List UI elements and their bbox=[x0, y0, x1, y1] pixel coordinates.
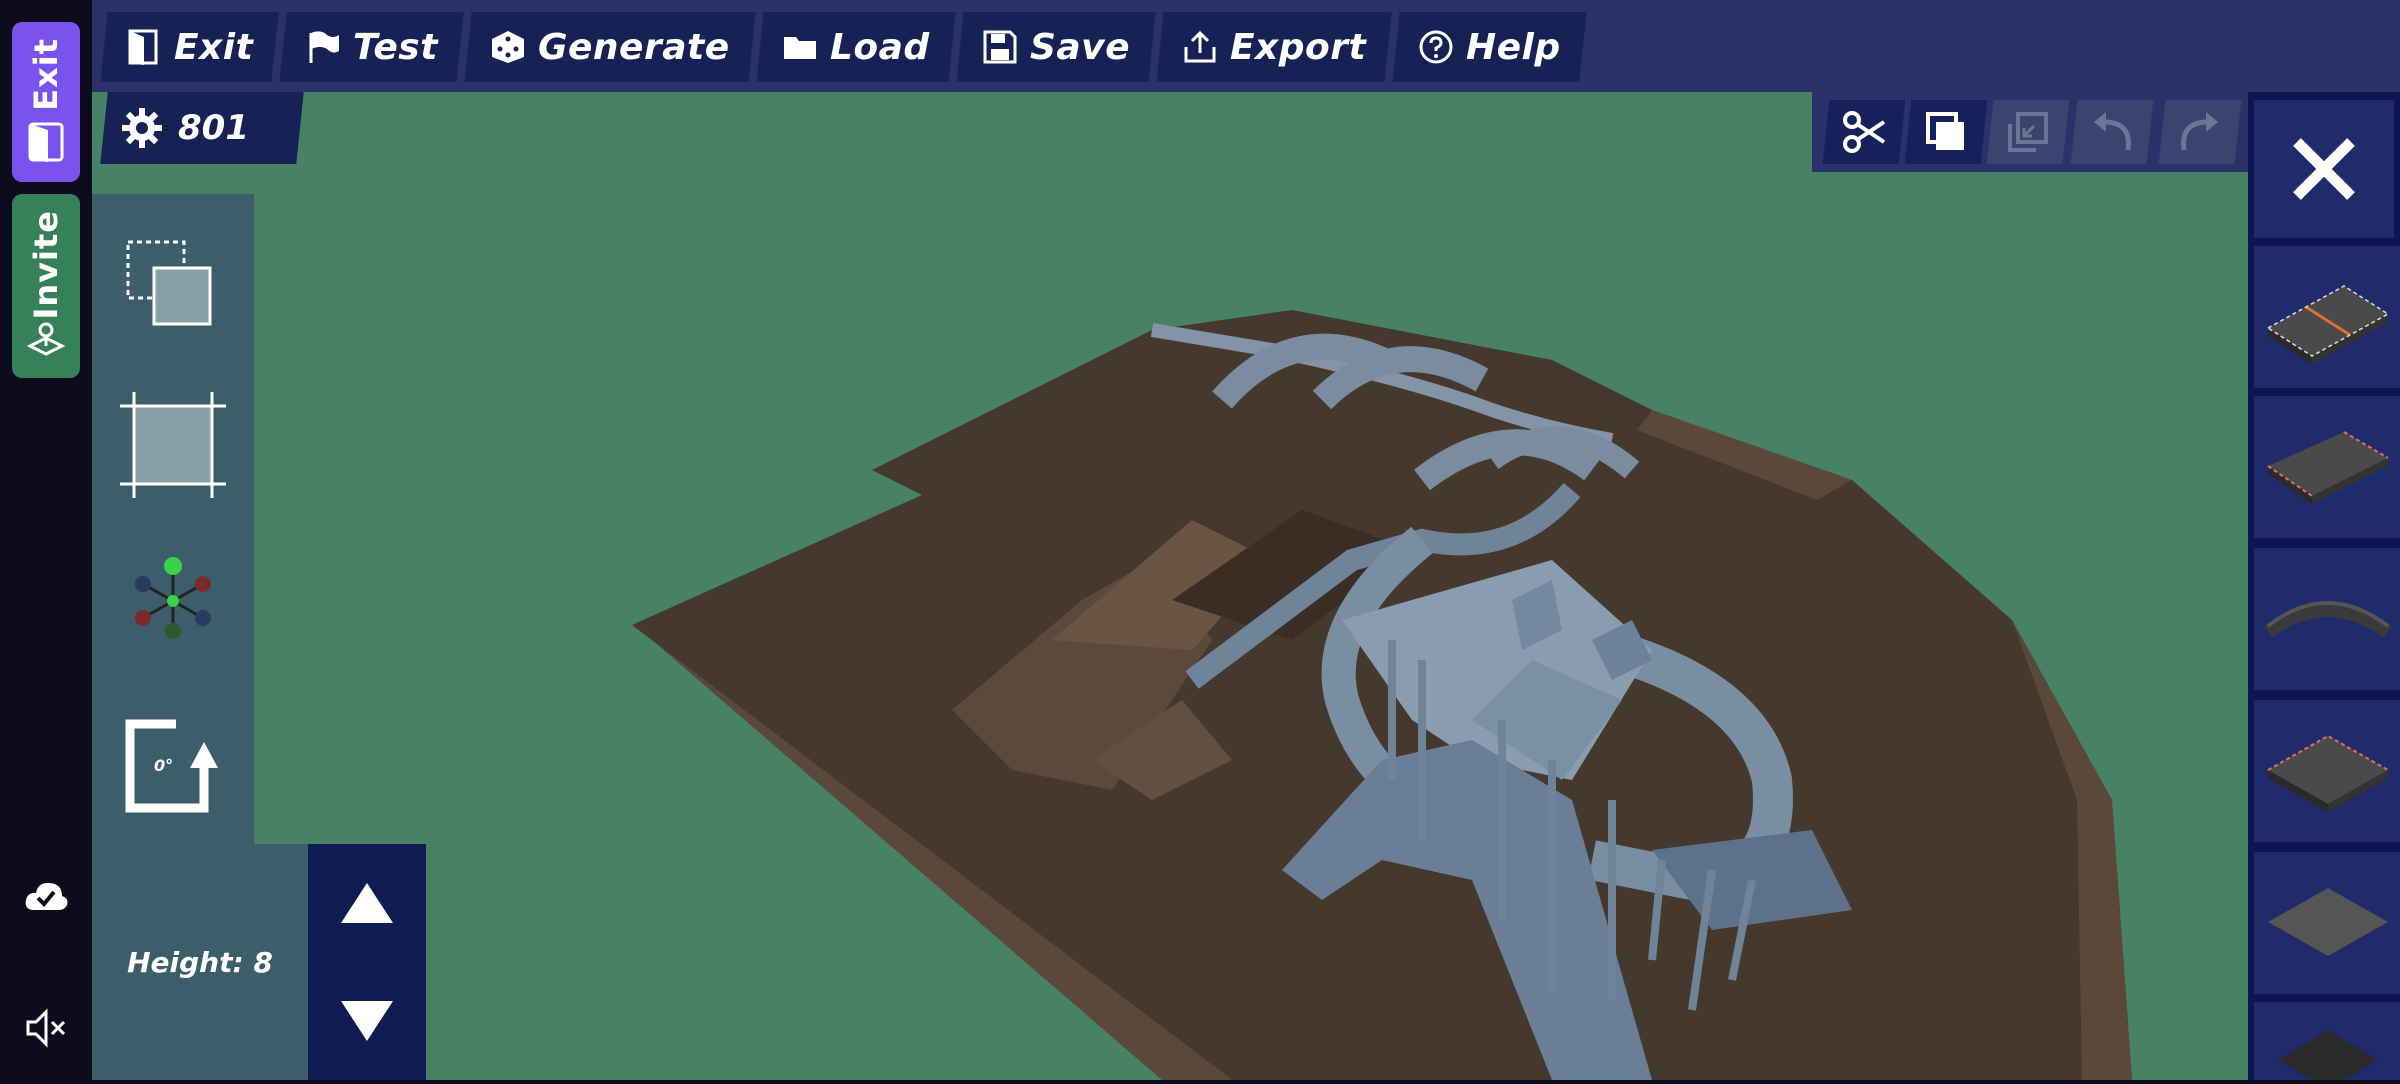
edit-toolbar bbox=[1812, 92, 2248, 172]
menu-exit-label: Exit bbox=[174, 26, 254, 68]
menu-export-label: Export bbox=[1229, 26, 1367, 68]
gear-icon bbox=[122, 108, 162, 148]
scissors-icon bbox=[1843, 111, 1886, 153]
rotation-label: 0° bbox=[154, 756, 174, 775]
curve-tile-icon bbox=[2263, 601, 2393, 638]
sound-muted-icon[interactable] bbox=[22, 1004, 70, 1052]
height-display: Height: 8 bbox=[92, 844, 308, 1080]
cloud-saved-icon bbox=[25, 882, 68, 910]
block-tile-icon bbox=[2278, 1030, 2378, 1084]
select-area-tool-icon[interactable] bbox=[118, 232, 228, 342]
menu-generate-button[interactable]: Generate bbox=[464, 12, 756, 82]
grid-tile-tool-icon[interactable] bbox=[118, 390, 228, 500]
invite-side-button[interactable]: Invite bbox=[12, 194, 80, 378]
menu-save-label: Save bbox=[1029, 26, 1130, 68]
paste-button[interactable] bbox=[1986, 100, 2070, 164]
door-exit-icon bbox=[28, 122, 64, 162]
invite-side-label: Invite bbox=[27, 210, 65, 320]
joystick-icon bbox=[26, 322, 66, 356]
corner-tile-icon bbox=[2267, 734, 2389, 812]
flat-tile-icon bbox=[2268, 888, 2388, 956]
dice-icon bbox=[492, 31, 525, 63]
copy-icon bbox=[1926, 112, 1964, 150]
height-down-button[interactable] bbox=[308, 962, 426, 1080]
menu-load-label: Load bbox=[830, 26, 930, 68]
piece-flat[interactable] bbox=[2254, 852, 2400, 994]
export-icon bbox=[1184, 30, 1216, 63]
door-exit-icon bbox=[128, 29, 158, 65]
menu-test-button[interactable]: Test bbox=[279, 12, 465, 82]
menu-save-button[interactable]: Save bbox=[956, 12, 1156, 82]
main-menu: Exit Test Generate Load Save Export Help bbox=[100, 12, 1587, 82]
menu-generate-label: Generate bbox=[538, 26, 731, 68]
piece-curve[interactable] bbox=[2254, 548, 2400, 690]
piece-start-line[interactable] bbox=[2254, 246, 2400, 388]
height-up-button[interactable] bbox=[308, 844, 426, 962]
paste-icon bbox=[2008, 112, 2048, 152]
close-icon bbox=[2293, 138, 2355, 200]
help-circle-icon bbox=[1419, 30, 1453, 64]
menu-test-label: Test bbox=[353, 26, 439, 68]
copy-button[interactable] bbox=[1904, 100, 1988, 164]
arrow-up-icon bbox=[341, 883, 393, 923]
piece-straight[interactable] bbox=[2254, 396, 2400, 538]
arrow-down-icon bbox=[341, 1001, 393, 1041]
rotate-tool-button[interactable]: 0° bbox=[118, 714, 228, 824]
height-controls bbox=[308, 844, 426, 1080]
menu-load-button[interactable]: Load bbox=[756, 12, 956, 82]
close-palette-button[interactable] bbox=[2254, 100, 2394, 238]
undo-icon bbox=[2094, 112, 2131, 151]
piece-block[interactable] bbox=[2254, 1002, 2400, 1084]
tool-panel: 0° bbox=[92, 194, 254, 844]
piece-corner[interactable] bbox=[2254, 700, 2400, 842]
redo-icon bbox=[2181, 112, 2218, 151]
exit-side-label: Exit bbox=[27, 38, 65, 111]
menu-help-label: Help bbox=[1466, 26, 1561, 68]
left-sidebar: Exit Invite bbox=[0, 0, 92, 1080]
folder-icon bbox=[784, 37, 817, 59]
start-line-tile-icon bbox=[2266, 285, 2390, 364]
move-axes-tool-icon[interactable] bbox=[118, 546, 228, 656]
exit-side-button[interactable]: Exit bbox=[12, 22, 80, 182]
straight-tile-icon bbox=[2267, 431, 2389, 504]
menu-help-button[interactable]: Help bbox=[1392, 12, 1587, 82]
piece-counter[interactable]: 801 bbox=[100, 92, 304, 164]
redo-button[interactable] bbox=[2158, 100, 2242, 164]
height-label: Height: 8 bbox=[127, 945, 273, 979]
menu-export-button[interactable]: Export bbox=[1156, 12, 1392, 82]
undo-button[interactable] bbox=[2070, 100, 2154, 164]
menu-exit-button[interactable]: Exit bbox=[100, 12, 280, 82]
floppy-disk-icon bbox=[983, 30, 1017, 64]
counter-value: 801 bbox=[178, 108, 249, 148]
terrain-ground bbox=[632, 310, 2132, 1080]
flag-icon bbox=[309, 31, 340, 63]
cut-button[interactable] bbox=[1822, 100, 1906, 164]
